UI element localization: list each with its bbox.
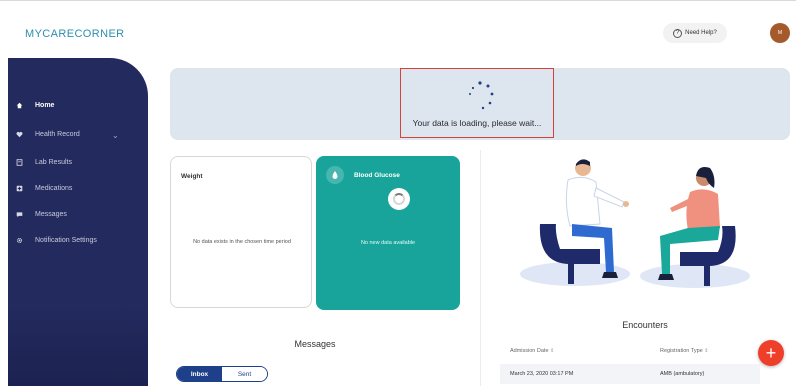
sidebar-item-lab-results[interactable]: Lab Results: [16, 155, 72, 169]
column-header-registration-type[interactable]: Registration Type ⇕: [660, 348, 708, 354]
logo-text: MYCARECORNER: [25, 28, 125, 40]
doctor-patient-illustration: [520, 159, 750, 288]
encounters-table-header: Admission Date ⇕ Registration Type ⇕: [500, 344, 740, 360]
gear-icon: [16, 237, 23, 244]
tab-inbox[interactable]: Inbox: [177, 367, 222, 381]
sidebar-item-label: Home: [35, 101, 55, 109]
tab-sent[interactable]: Sent: [222, 367, 267, 381]
glucose-card-title: Blood Glucose: [354, 172, 400, 179]
question-icon: ?: [673, 28, 683, 38]
chevron-down-icon[interactable]: ⌄: [112, 131, 119, 140]
sidebar-item-health-record[interactable]: Health Record: [16, 127, 80, 141]
plus-icon: +: [765, 343, 777, 363]
sidebar-item-label: Notification Settings: [35, 236, 97, 244]
sidebar-item-label: Health Record: [35, 130, 80, 138]
lab-icon: [16, 158, 23, 166]
encounters-title: Encounters: [622, 320, 668, 330]
weight-card-title: Weight: [181, 173, 203, 180]
messages-tab-toggle: Inbox Sent: [176, 366, 268, 382]
sidebar-item-label: Medications: [35, 184, 73, 192]
glucose-loading-indicator: [388, 188, 410, 210]
sidebar-item-label: Lab Results: [35, 158, 72, 166]
top-bar: MYCARECORNER ? Need Help? M: [0, 0, 796, 56]
registration-type-cell: AMB (ambulatory): [660, 371, 705, 377]
column-header-admission-date[interactable]: Admission Date ⇕: [510, 348, 554, 354]
admission-date-cell: March 23, 2020 03:17 PM: [510, 371, 574, 377]
loading-text: Your data is loading, please wait...: [412, 118, 542, 128]
avatar[interactable]: M: [770, 23, 790, 43]
sidebar-item-medications[interactable]: Medications: [16, 181, 72, 195]
messages-title: Messages: [294, 339, 336, 349]
loading-spinner-icon: [469, 81, 494, 110]
table-row[interactable]: March 23, 2020 03:17 PM AMB (ambulatory): [500, 364, 760, 384]
weight-empty-message: No data exists in the chosen time period: [193, 239, 291, 245]
sort-icon[interactable]: ⇕: [704, 348, 708, 354]
glucose-empty-message: No new data available: [360, 240, 416, 246]
sidebar-item-notification-settings[interactable]: Notification Settings: [16, 233, 97, 247]
column-divider: [480, 150, 481, 386]
sort-icon[interactable]: ⇕: [550, 348, 554, 354]
avatar-initials: M: [777, 30, 783, 36]
column-header-label: Registration Type: [660, 348, 703, 354]
column-header-label: Admission Date: [510, 348, 549, 354]
sidebar-item-home[interactable]: Home: [16, 98, 54, 112]
sidebar-item-messages[interactable]: Messages: [16, 207, 67, 221]
need-help-label: Need Help?: [685, 30, 717, 36]
home-icon: [16, 102, 23, 109]
heart-icon: [16, 131, 23, 138]
blood-glucose-card[interactable]: Blood Glucose No new data available: [316, 156, 460, 310]
need-help-button[interactable]: ? Need Help?: [663, 23, 727, 43]
glucose-meter-icon: [326, 166, 344, 184]
sidebar-item-label: Messages: [35, 210, 67, 218]
medication-icon: [16, 185, 23, 192]
message-icon: [16, 211, 23, 218]
add-button[interactable]: +: [758, 340, 784, 366]
weight-card[interactable]: Weight No data exists in the chosen time…: [170, 156, 312, 308]
brand-logo[interactable]: MYCARECORNER: [25, 28, 125, 40]
sidebar-shade: [8, 306, 148, 386]
